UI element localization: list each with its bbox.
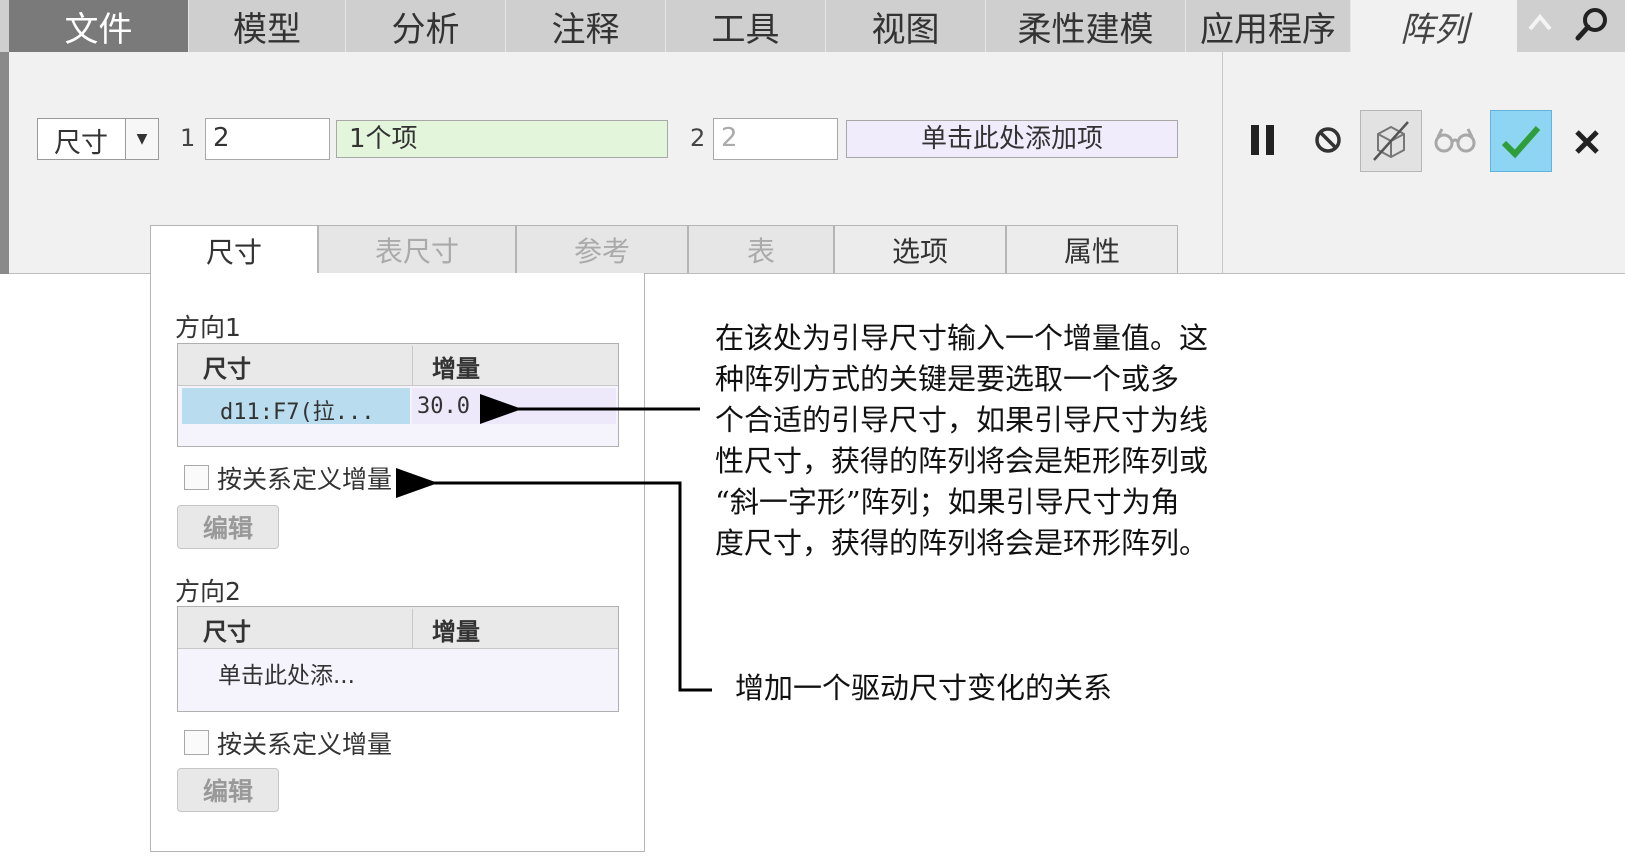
callout-line: 性尺寸，获得的阵列将会是矩形阵列或 [715, 444, 1209, 478]
callout-line: “斜一字形”阵列；如果引导尺寸为角 [715, 485, 1180, 519]
callout-line: 度尺寸，获得的阵列将会是环形阵列。 [715, 526, 1209, 560]
callout-line: 种阵列方式的关键是要选取一个或多 [715, 362, 1180, 396]
callout-line: 在该处为引导尺寸输入一个增量值。这 [715, 321, 1209, 355]
relation-arrow [396, 468, 712, 692]
callout-line: 个合适的引导尺寸，如果引导尺寸为线 [715, 403, 1209, 437]
increment-callout-text: 在该处为引导尺寸输入一个增量值。这 种阵列方式的关键是要选取一个或多 个合适的引… [715, 318, 1255, 564]
relation-callout-text: 增加一个驱动尺寸变化的关系 [735, 671, 1113, 705]
